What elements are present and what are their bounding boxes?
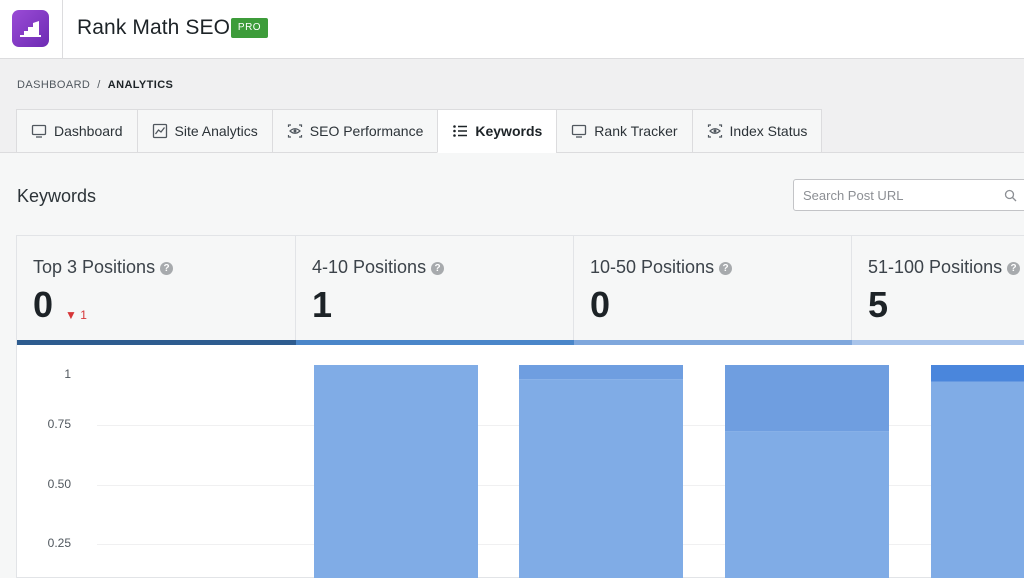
- stat-10-50: 10-50 Positions? 0: [574, 236, 853, 345]
- stat-bar: [852, 340, 1024, 345]
- stat-top3: Top 3 Positions? 0 ▼ 1: [17, 236, 296, 345]
- help-icon[interactable]: ?: [719, 262, 733, 275]
- breadcrumb: DASHBOARD / ANALYTICS: [17, 79, 173, 91]
- help-icon[interactable]: ?: [431, 262, 445, 275]
- bar-segment[interactable]: [725, 431, 889, 578]
- tab-rank-tracker[interactable]: Rank Tracker: [556, 109, 692, 153]
- stat-51-100: 51-100 Positions? 5: [852, 236, 1024, 345]
- y-tick-label: 0.25: [47, 536, 71, 550]
- stat-4-10: 4-10 Positions? 1: [296, 236, 575, 345]
- y-tick-label: 0.50: [47, 477, 71, 491]
- stat-label: 10-50 Positions?: [590, 257, 733, 278]
- tab-label: Dashboard: [54, 123, 123, 139]
- y-tick-label: 0.75: [47, 417, 71, 431]
- line-chart-icon: [152, 123, 167, 139]
- top-bar: Rank Math SEO PRO: [0, 0, 1024, 59]
- breadcrumb-separator: /: [97, 79, 101, 91]
- y-tick-label: 1: [64, 367, 71, 381]
- stat-label-text: 4-10 Positions: [312, 257, 427, 277]
- tab-keywords[interactable]: Keywords: [437, 109, 557, 153]
- app-title: Rank Math SEO: [77, 16, 231, 39]
- help-icon[interactable]: ?: [160, 262, 174, 275]
- chart-gridline: [97, 485, 1024, 486]
- bar-segment[interactable]: [519, 365, 683, 380]
- tab-label: Keywords: [475, 123, 543, 139]
- list-icon: [453, 125, 468, 137]
- search-icon[interactable]: [1004, 189, 1017, 202]
- monitor-icon: [572, 124, 587, 138]
- stat-label: 51-100 Positions?: [868, 257, 1021, 278]
- search-input[interactable]: [794, 180, 994, 210]
- tab-label: SEO Performance: [309, 123, 424, 139]
- search-box: [793, 179, 1024, 211]
- stat-label-text: 10-50 Positions: [590, 257, 715, 277]
- tab-label: Site Analytics: [174, 123, 258, 139]
- analytics-tabs: Dashboard Site Analytics SEO Performance…: [16, 109, 823, 153]
- help-icon[interactable]: ?: [1007, 262, 1021, 275]
- topbar-divider: [62, 0, 63, 59]
- breadcrumb-dashboard[interactable]: DASHBOARD: [17, 79, 90, 91]
- bar-segment[interactable]: [931, 365, 1024, 382]
- stat-value: 1: [312, 284, 333, 325]
- section-title: Keywords: [17, 186, 97, 206]
- chart-gridline: [97, 544, 1024, 545]
- bar-segment[interactable]: [314, 365, 478, 578]
- bar-segment[interactable]: [725, 365, 889, 432]
- stat-label: 4-10 Positions?: [312, 257, 445, 278]
- logo-mark-icon: [20, 21, 41, 37]
- stat-bar: [296, 340, 575, 345]
- monitor-icon: [31, 124, 47, 138]
- stat-bar: [574, 340, 853, 345]
- bar-segment[interactable]: [519, 379, 683, 578]
- tab-label: Index Status: [729, 123, 808, 139]
- stat-bar: [17, 340, 296, 345]
- tab-index-status[interactable]: Index Status: [691, 109, 823, 153]
- stat-delta-value: 1: [80, 308, 87, 322]
- tab-seo-performance[interactable]: SEO Performance: [271, 109, 438, 153]
- stat-value: 0: [33, 284, 54, 325]
- chart-gridline: [97, 425, 1024, 426]
- pro-badge: PRO: [231, 18, 268, 38]
- eye-icon: [287, 124, 302, 138]
- stat-label-text: Top 3 Positions: [33, 257, 156, 277]
- breadcrumb-current: ANALYTICS: [107, 79, 174, 91]
- stat-delta: ▼ 1: [65, 308, 87, 322]
- stat-label-text: 51-100 Positions: [868, 257, 1003, 277]
- stat-value: 0: [590, 284, 611, 325]
- keywords-panel: Top 3 Positions? 0 ▼ 1 4-10 Positions? 1…: [16, 235, 1024, 578]
- tab-label: Rank Tracker: [594, 123, 678, 139]
- stat-value: 5: [868, 284, 889, 325]
- arrow-down-icon: ▼: [65, 308, 77, 322]
- rank-math-logo-icon[interactable]: [12, 10, 49, 47]
- bar-segment[interactable]: [931, 381, 1024, 578]
- tab-dashboard[interactable]: Dashboard: [16, 109, 137, 153]
- stat-label: Top 3 Positions?: [33, 257, 174, 278]
- eye-icon: [707, 124, 722, 138]
- tab-site-analytics[interactable]: Site Analytics: [136, 109, 272, 153]
